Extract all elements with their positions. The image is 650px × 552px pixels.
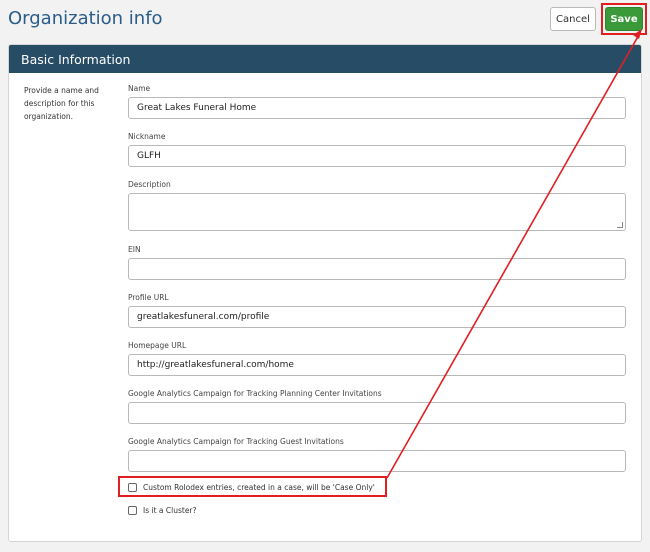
name-input[interactable]: Great Lakes Funeral Home [128, 97, 626, 119]
page-title: Organization info [8, 8, 163, 29]
cancel-button[interactable]: Cancel [550, 7, 596, 31]
is-cluster-label: Is it a Cluster? [143, 506, 197, 515]
ga-planning-center-label: Google Analytics Campaign for Tracking P… [128, 389, 382, 398]
ga-guest-label: Google Analytics Campaign for Tracking G… [128, 437, 344, 446]
ga-planning-center-input[interactable] [128, 402, 626, 424]
homepage-url-label: Homepage URL [128, 341, 187, 350]
profile-url-input[interactable]: greatlakesfuneral.com/profile [128, 306, 626, 328]
ein-label: EIN [128, 245, 141, 254]
section-description: Provide a name and description for this … [24, 86, 99, 121]
name-label: Name [128, 84, 151, 93]
description-label: Description [128, 180, 171, 189]
save-highlight-box [601, 3, 647, 35]
ein-input[interactable] [128, 258, 626, 280]
nickname-input[interactable]: GLFH [128, 145, 626, 167]
is-cluster-checkbox[interactable] [128, 506, 137, 515]
ga-guest-input[interactable] [128, 450, 626, 472]
is-cluster-row[interactable]: Is it a Cluster? [128, 506, 197, 515]
nickname-label: Nickname [128, 132, 166, 141]
checkbox-highlight-box [118, 476, 387, 497]
resize-handle-icon[interactable] [617, 222, 623, 228]
homepage-url-input[interactable]: http://greatlakesfuneral.com/home [128, 354, 626, 376]
section-header: Basic Information [9, 45, 641, 73]
description-textarea[interactable] [128, 193, 626, 231]
profile-url-label: Profile URL [128, 293, 169, 302]
